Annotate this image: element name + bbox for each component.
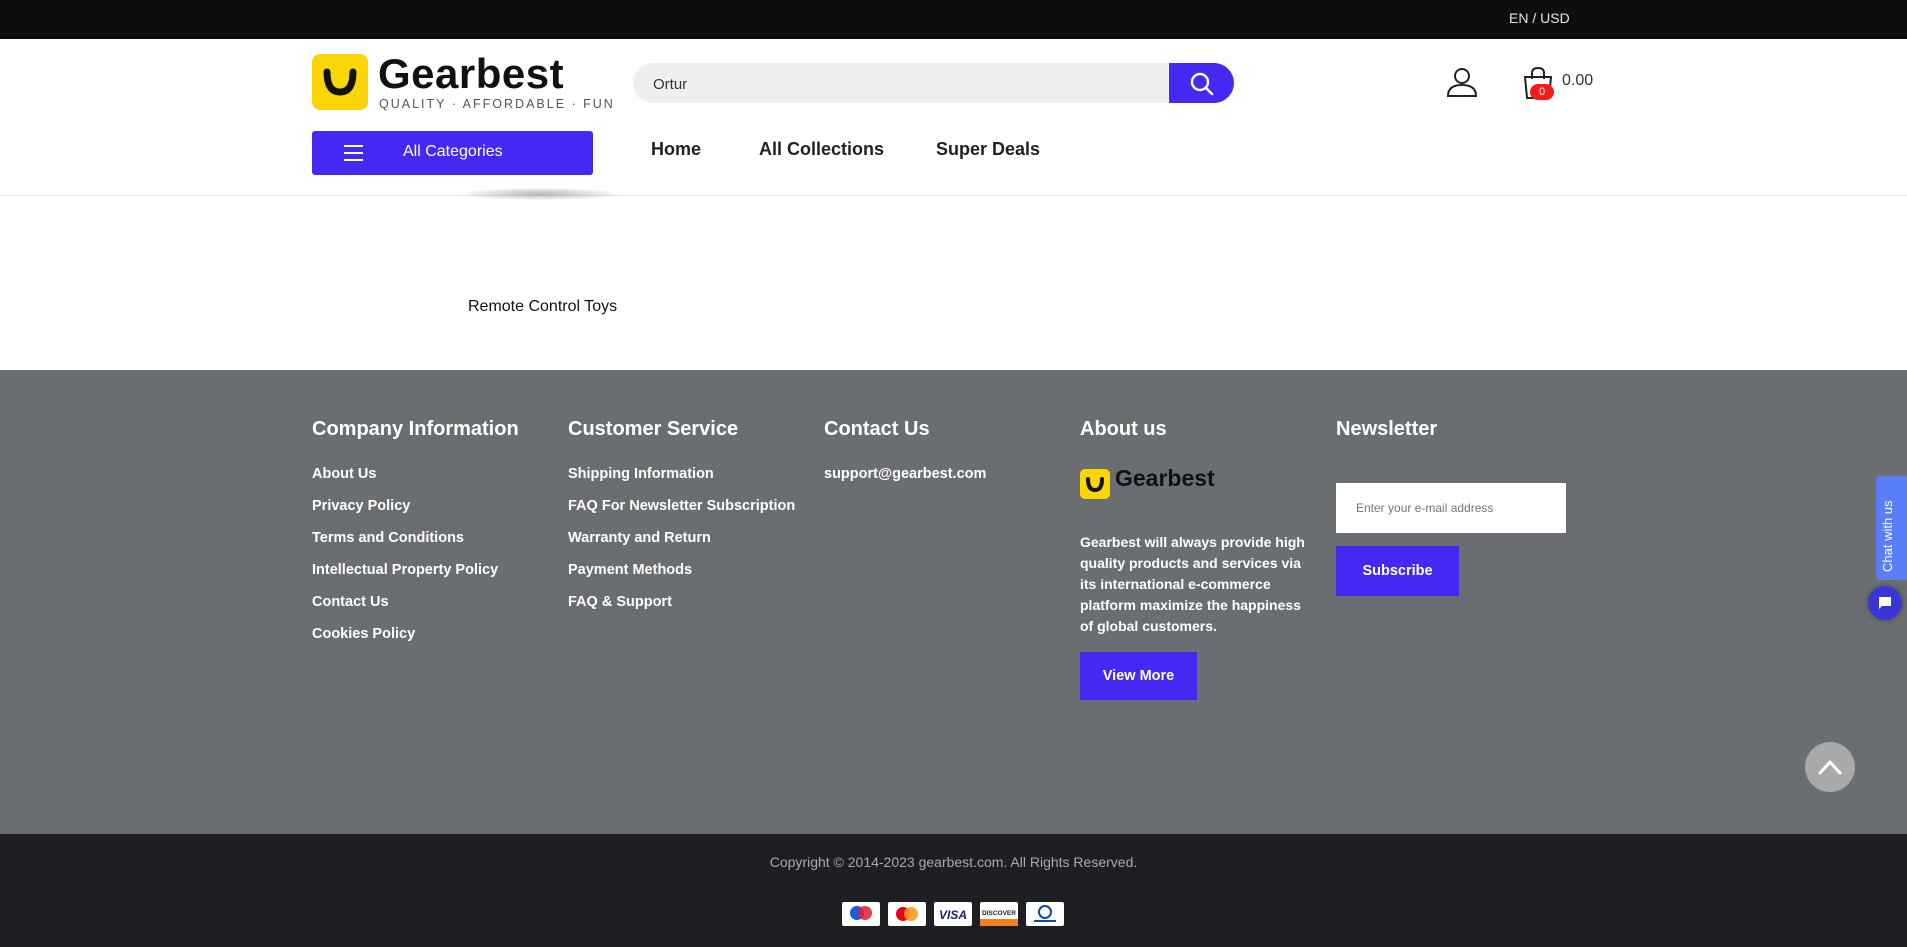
discover-icon: DISCOVER [980, 902, 1018, 926]
search-input[interactable] [651, 63, 1195, 103]
footer-link-cookies-policy[interactable]: Cookies Policy [312, 626, 415, 642]
footer-link-faq-newsletter[interactable]: FAQ For Newsletter Subscription [568, 498, 795, 514]
logo-mark-icon [1080, 469, 1110, 499]
footer-link-ip-policy[interactable]: Intellectual Property Policy [312, 562, 498, 578]
chevron-up-icon [1818, 760, 1842, 775]
logo-wordmark: Gearbest [378, 50, 565, 97]
logo-mark-icon [312, 54, 368, 110]
cart-total: 0.00 [1562, 72, 1594, 89]
newsletter-heading: Newsletter [1336, 418, 1438, 440]
bottom-bar: Copyright © 2014-2023 gearbest.com. All … [0, 834, 1907, 947]
site-footer: Company Information About Us Privacy Pol… [0, 370, 1907, 834]
footer-link-faq-support[interactable]: FAQ & Support [568, 594, 672, 610]
gearbest-logo[interactable]: Gearbest QUALITY · AFFORDABLE · FUN [312, 50, 613, 114]
chat-with-us-label: Chat with us [1880, 500, 1895, 572]
footer-link-contact-us[interactable]: Contact Us [312, 594, 389, 610]
nav-super-deals[interactable]: Super Deals [936, 139, 1040, 160]
all-categories-button[interactable]: All Categories [312, 131, 593, 175]
search-icon [1190, 72, 1214, 96]
nav-home[interactable]: Home [651, 139, 701, 160]
search-bar [633, 63, 1234, 103]
company-info-heading: Company Information [312, 418, 519, 440]
copyright-text: Copyright © 2014-2023 gearbest.com. All … [769, 854, 1138, 870]
user-icon [1446, 68, 1478, 97]
mastercard-icon [888, 902, 926, 926]
site-header: Gearbest QUALITY · AFFORDABLE · FUN 0 0.… [0, 39, 1907, 196]
svg-text:DISCOVER: DISCOVER [982, 910, 1016, 917]
view-more-button[interactable]: View More [1080, 652, 1197, 700]
newsletter-email-input[interactable] [1336, 483, 1566, 533]
footer-link-privacy-policy[interactable]: Privacy Policy [312, 498, 410, 514]
footer-link-about-us[interactable]: About Us [312, 466, 376, 482]
footer-gearbest-logo: Gearbest [1080, 465, 1230, 501]
search-button[interactable] [1169, 63, 1234, 103]
svg-text:VISA: VISA [939, 908, 967, 922]
diners-club-icon [1026, 902, 1064, 926]
support-email-link[interactable]: support@gearbest.com [824, 466, 986, 482]
customer-service-heading: Customer Service [568, 418, 739, 440]
chat-icon [1879, 597, 1891, 609]
top-bar: EN / USD [0, 0, 1907, 39]
cart-count-badge: 0 [1530, 84, 1554, 100]
logo-tagline: QUALITY · AFFORDABLE · FUN [379, 97, 615, 111]
subscribe-button[interactable]: Subscribe [1336, 546, 1459, 596]
visa-icon: VISA [934, 902, 972, 926]
footer-link-payment-methods[interactable]: Payment Methods [568, 562, 692, 578]
all-categories-label: All Categories [403, 143, 503, 160]
account-button[interactable] [1444, 65, 1480, 101]
product-category-label[interactable]: Remote Control Toys [468, 298, 617, 316]
language-currency-selector[interactable]: EN / USD [1509, 10, 1570, 26]
footer-link-terms[interactable]: Terms and Conditions [312, 530, 464, 546]
footer-logo-wordmark: Gearbest [1115, 465, 1215, 491]
nav-all-collections[interactable]: All Collections [759, 139, 884, 160]
menu-icon [344, 145, 363, 161]
about-us-text: Gearbest will always provide high qualit… [1080, 534, 1305, 634]
back-to-top-button[interactable] [1805, 742, 1855, 792]
footer-link-shipping[interactable]: Shipping Information [568, 466, 714, 482]
footer-link-warranty[interactable]: Warranty and Return [568, 530, 711, 546]
chat-bubble-button[interactable] [1868, 586, 1902, 620]
contact-us-heading: Contact Us [824, 418, 930, 440]
chat-with-us-tab[interactable]: Chat with us [1876, 476, 1907, 580]
product-image-shadow [462, 188, 618, 200]
about-us-heading: About us [1080, 418, 1167, 440]
maestro-icon [842, 902, 880, 926]
